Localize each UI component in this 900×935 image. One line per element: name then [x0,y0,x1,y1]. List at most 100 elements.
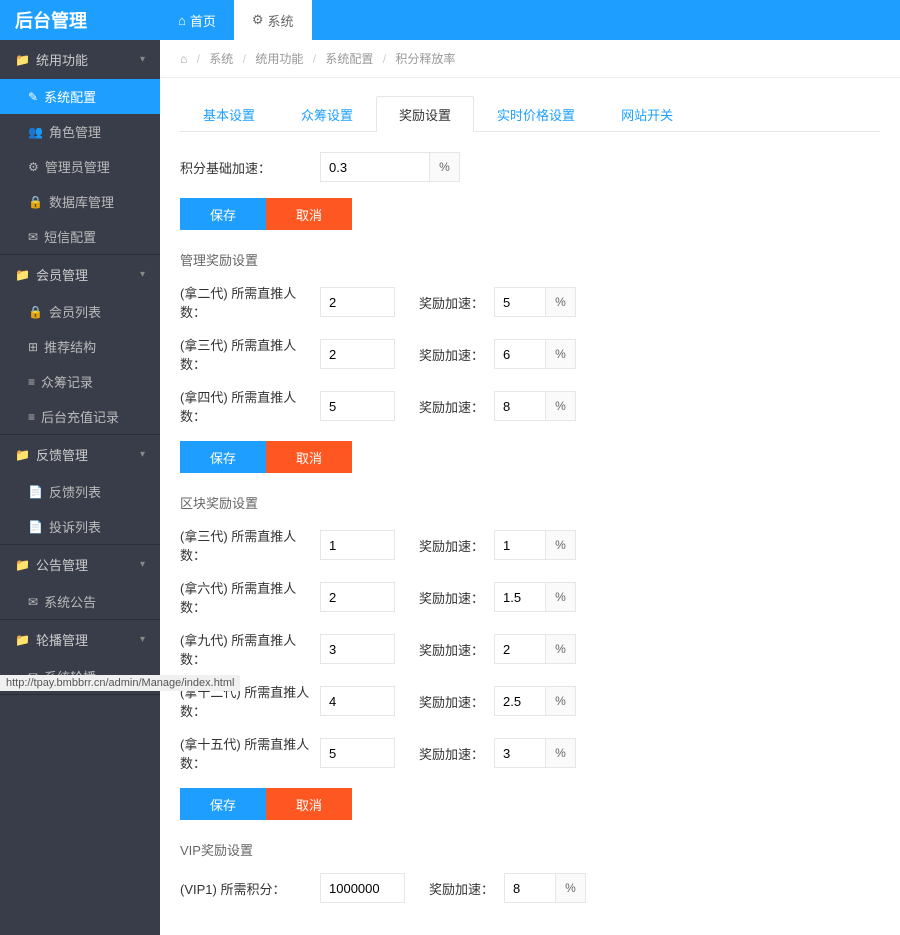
base-accel-input[interactable] [320,152,430,182]
bonus-accel-input[interactable] [494,530,546,560]
breadcrumb-item[interactable]: 系统 [209,52,233,66]
sidebar-item-label: 众筹记录 [41,372,93,391]
sidebar-item[interactable]: 📄反馈列表 [0,474,160,509]
row-label-bonus: 奖励加速： [419,397,494,416]
sidebar-item-label: 后台充值记录 [41,407,119,426]
sidebar-group-title[interactable]: 📁轮播管理▾ [0,620,160,659]
tab[interactable]: 奖励设置 [376,96,474,132]
bonus-accel-input[interactable] [494,738,546,768]
section-title-block: 区块奖励设置 [180,493,880,512]
required-count-input[interactable] [320,582,395,612]
save-button[interactable]: 保存 [180,788,266,820]
bonus-accel-input[interactable] [494,391,546,421]
item-icon: ✉ [28,595,38,609]
unit-percent: % [430,152,460,182]
item-icon: ⚙ [28,160,39,174]
row-label-bonus: 奖励加速： [419,692,494,711]
tab[interactable]: 网站开关 [598,96,696,132]
sidebar-item[interactable]: ⊞推荐结构 [0,329,160,364]
save-button[interactable]: 保存 [180,198,266,230]
sidebar-item-label: 系统配置 [44,87,96,106]
tab[interactable]: 众筹设置 [278,96,376,132]
unit-percent: % [546,634,576,664]
bonus-accel-input[interactable] [494,634,546,664]
row-label-required: (拿三代) 所需直推人数： [180,526,320,564]
unit-percent: % [546,287,576,317]
home-icon: ⌂ [178,13,186,28]
required-count-input[interactable] [320,873,405,903]
folder-icon: 📁 [15,53,30,67]
tab[interactable]: 基本设置 [180,96,278,132]
topnav-system[interactable]: ⚙ 系统 [234,0,312,40]
sidebar-item-label: 角色管理 [49,122,101,141]
bonus-accel-input[interactable] [504,873,556,903]
chevron-down-icon: ▾ [140,269,145,280]
unit-percent: % [546,339,576,369]
sidebar-item[interactable]: 🔒 会员列表 [0,294,160,329]
row-label-required: (拿六代) 所需直推人数： [180,578,320,616]
required-count-input[interactable] [320,530,395,560]
required-count-input[interactable] [320,287,395,317]
breadcrumb: ⌂ / 系统 / 统用功能 / 系统配置 / 积分释放率 [160,40,900,78]
save-button[interactable]: 保存 [180,441,266,473]
required-count-input[interactable] [320,738,395,768]
chevron-down-icon: ▾ [140,54,145,65]
required-count-input[interactable] [320,634,395,664]
sidebar-item-label: 管理员管理 [45,157,110,176]
tabs: 基本设置众筹设置奖励设置实时价格设置网站开关 [180,96,880,132]
bonus-accel-input[interactable] [494,287,546,317]
item-icon: ⊞ [28,340,38,354]
breadcrumb-item[interactable]: 统用功能 [255,52,303,66]
cancel-button[interactable]: 取消 [266,198,352,230]
sidebar-item[interactable]: ✉ 系统公告 [0,584,160,619]
row-label-required: (拿十五代) 所需直推人数： [180,734,320,772]
main-content: ⌂ / 系统 / 统用功能 / 系统配置 / 积分释放率 基本设置众筹设置奖励设… [160,0,900,935]
section-title-vip: VIP奖励设置 [180,840,880,859]
bonus-accel-input[interactable] [494,582,546,612]
breadcrumb-item[interactable]: 系统配置 [325,52,373,66]
item-icon: ✉ [28,230,38,244]
item-icon: 🔒 [28,195,43,209]
topnav-home[interactable]: ⌂ 首页 [160,0,234,40]
breadcrumb-sep: / [243,52,246,66]
sidebar-group-title[interactable]: 📁反馈管理▾ [0,435,160,474]
sidebar-item[interactable]: 🔒数据库管理 [0,184,160,219]
sidebar-group-title[interactable]: 📁公告管理▾ [0,545,160,584]
sidebar-item[interactable]: 👥 角色管理 [0,114,160,149]
required-count-input[interactable] [320,339,395,369]
sidebar-group-title[interactable]: 📁 统用功能 ▾ [0,40,160,79]
sidebar-group-label: 统用功能 [36,50,88,69]
row-label-required: (拿四代) 所需直推人数： [180,387,320,425]
sidebar-group-label: 公告管理 [36,555,88,574]
sidebar-item[interactable]: 📄投诉列表 [0,509,160,544]
gear-icon: ⚙ [252,12,264,28]
tab[interactable]: 实时价格设置 [474,96,598,132]
item-icon: 📄 [28,485,43,499]
cancel-button[interactable]: 取消 [266,788,352,820]
bonus-accel-input[interactable] [494,339,546,369]
breadcrumb-sep: / [197,52,200,66]
sidebar-item-label: 会员列表 [49,302,101,321]
item-icon: ≡ [28,375,35,389]
item-icon: 🔒 [28,305,43,319]
sidebar-group-title[interactable]: 📁会员管理▾ [0,255,160,294]
sidebar-group-label: 反馈管理 [36,445,88,464]
unit-percent: % [556,873,586,903]
sidebar-item[interactable]: ✎系统配置 [0,79,160,114]
sidebar-item[interactable]: ✉短信配置 [0,219,160,254]
cancel-button[interactable]: 取消 [266,441,352,473]
breadcrumb-sep: / [313,52,316,66]
unit-percent: % [546,738,576,768]
unit-percent: % [546,530,576,560]
row-label-bonus: 奖励加速： [419,588,494,607]
sidebar-item[interactable]: ⚙ 管理员管理 [0,149,160,184]
sidebar-item[interactable]: ≡ 后台充值记录 [0,399,160,434]
sidebar-item-label: 系统公告 [44,592,96,611]
item-icon: 👥 [28,125,43,139]
sidebar-item[interactable]: ≡ 众筹记录 [0,364,160,399]
required-count-input[interactable] [320,391,395,421]
item-icon: ≡ [28,410,35,424]
unit-percent: % [546,582,576,612]
row-label-bonus: 奖励加速： [419,536,494,555]
chevron-down-icon: ▾ [140,559,145,570]
